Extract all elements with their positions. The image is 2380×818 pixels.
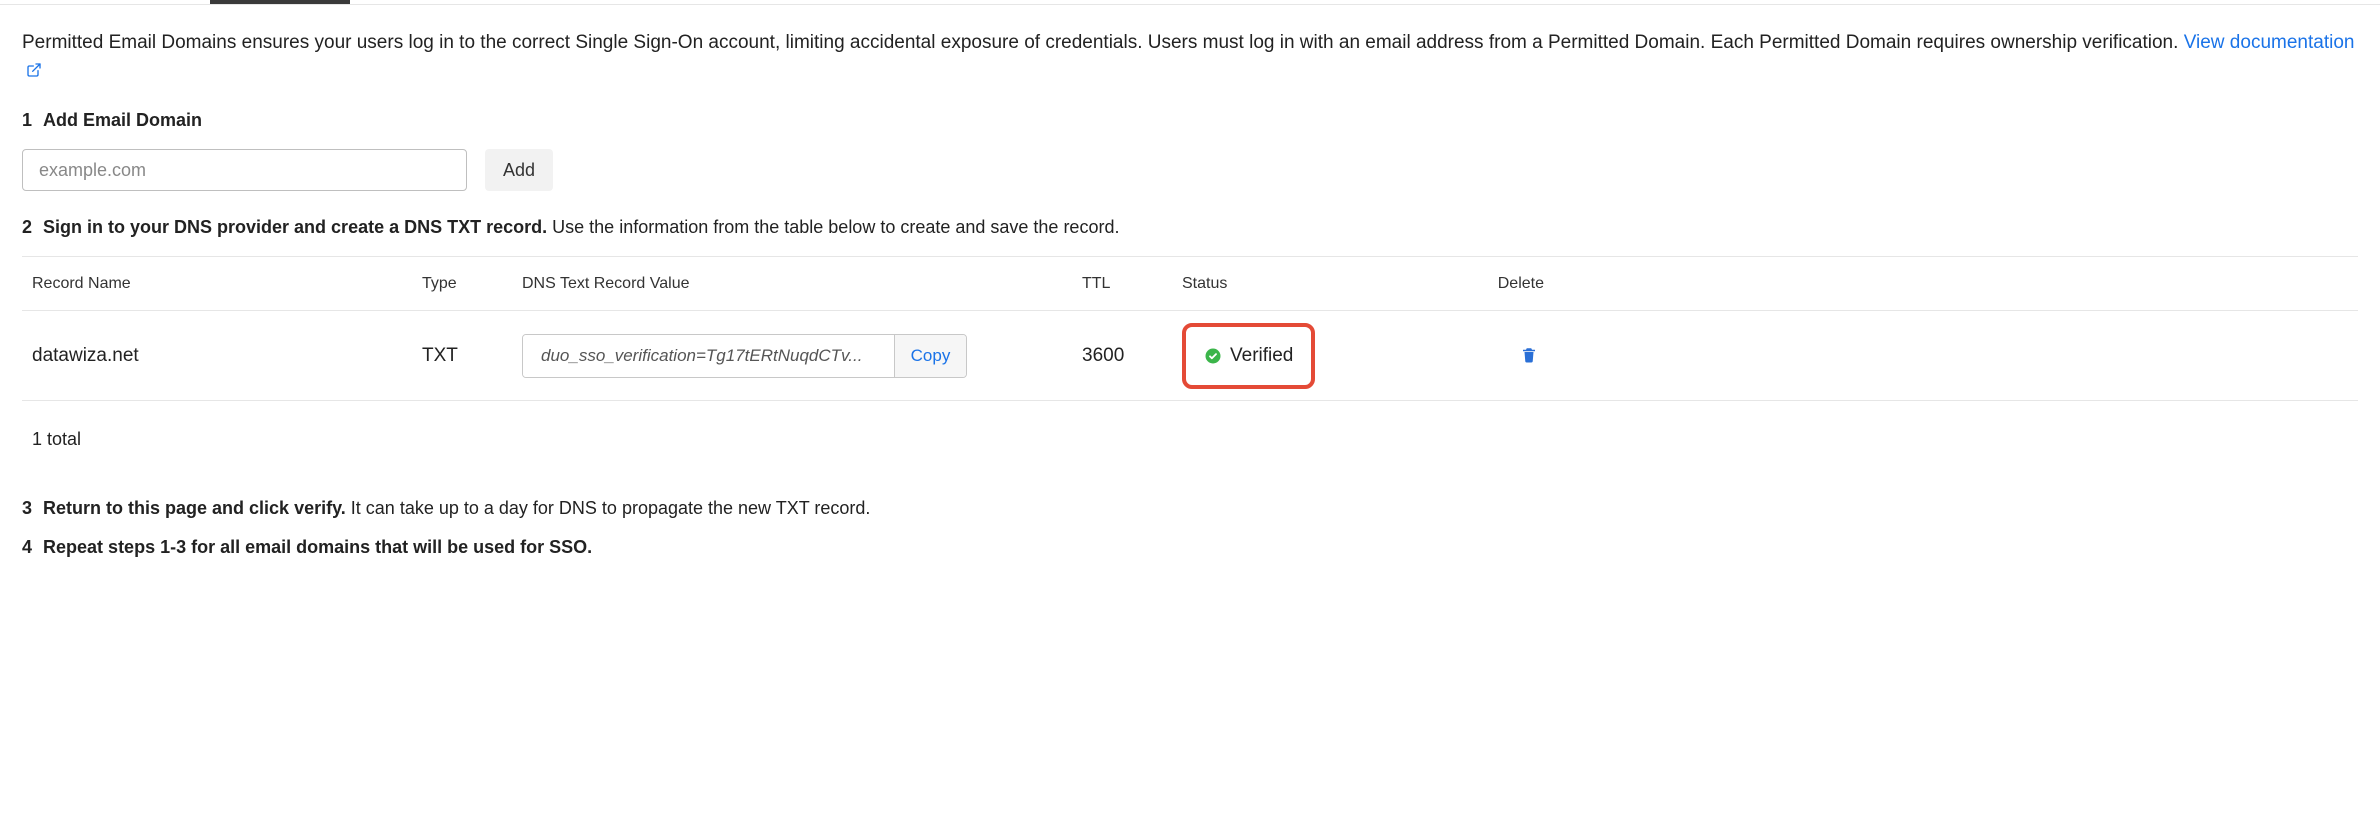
step-4-num: 4 [22, 537, 32, 557]
cell-delete [1492, 342, 1552, 370]
col-type: Type [422, 275, 522, 293]
status-text: Verified [1230, 345, 1293, 367]
status-badge: Verified [1182, 323, 1315, 389]
col-ttl: TTL [1082, 275, 1182, 293]
step-1-title: Add Email Domain [43, 110, 202, 130]
step-2: 2 Sign in to your DNS provider and creat… [22, 217, 2358, 238]
table-total: 1 total [22, 401, 2358, 450]
cell-status: Verified [1182, 323, 1492, 389]
delete-button[interactable] [1516, 342, 1542, 368]
step-2-num: 2 [22, 217, 32, 237]
trash-icon [1520, 346, 1538, 364]
permitted-domains-content: Permitted Email Domains ensures your use… [0, 5, 2380, 616]
cell-record-name: datawiza.net [32, 345, 422, 367]
add-button[interactable]: Add [485, 149, 553, 191]
step-3: 3 Return to this page and click verify. … [22, 498, 2358, 519]
step-4: 4 Repeat steps 1-3 for all email domains… [22, 537, 2358, 558]
cell-txt-value: duo_sso_verification=Tg17tERtNuqdCTv... … [522, 334, 1082, 378]
step-2-title: Sign in to your DNS provider and create … [43, 217, 547, 237]
step-1-num: 1 [22, 110, 32, 130]
step-3-extra: It can take up to a day for DNS to propa… [351, 498, 871, 518]
step-2-extra: Use the information from the table below… [552, 217, 1119, 237]
intro-description: Permitted Email Domains ensures your use… [22, 29, 2358, 86]
intro-text: Permitted Email Domains ensures your use… [22, 32, 2178, 53]
step-4-title: Repeat steps 1-3 for all email domains t… [43, 537, 592, 557]
check-circle-icon [1204, 347, 1222, 365]
step-3-title: Return to this page and click verify. [43, 498, 346, 518]
col-record-name: Record Name [32, 275, 422, 293]
txt-record-value: duo_sso_verification=Tg17tERtNuqdCTv... [523, 335, 894, 377]
col-delete: Delete [1492, 275, 1552, 293]
add-domain-row: Add [22, 149, 2358, 191]
dns-table: Record Name Type DNS Text Record Value T… [22, 256, 2358, 401]
col-status: Status [1182, 275, 1492, 293]
step-1: 1 Add Email Domain [22, 110, 2358, 131]
cell-type: TXT [422, 345, 522, 367]
cell-ttl: 3600 [1082, 345, 1182, 367]
external-link-icon [26, 59, 42, 87]
dns-table-header: Record Name Type DNS Text Record Value T… [22, 257, 2358, 311]
view-documentation-label: View documentation [2184, 32, 2355, 53]
step-3-num: 3 [22, 498, 32, 518]
copy-button[interactable]: Copy [894, 335, 966, 377]
table-row: datawiza.net TXT duo_sso_verification=Tg… [22, 311, 2358, 401]
domain-input[interactable] [22, 149, 467, 191]
col-txt-value: DNS Text Record Value [522, 275, 1082, 293]
txt-value-group: duo_sso_verification=Tg17tERtNuqdCTv... … [522, 334, 967, 378]
